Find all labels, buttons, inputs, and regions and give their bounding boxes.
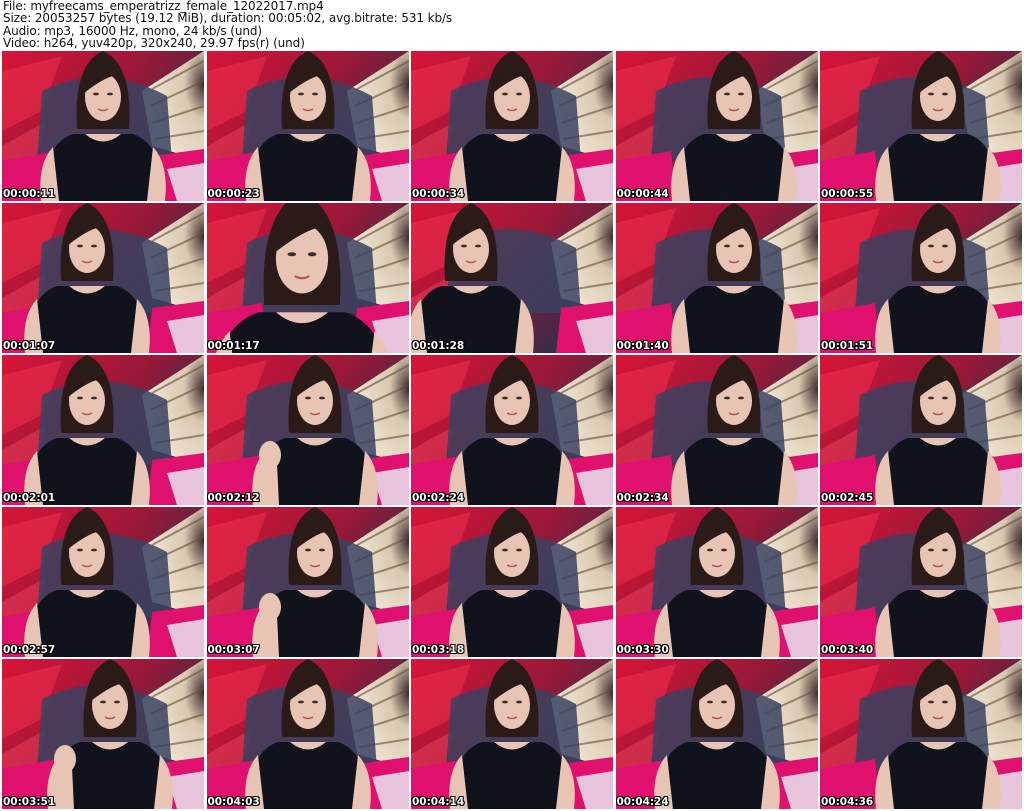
thumbnail-timestamp: 00:02:45 bbox=[821, 492, 874, 504]
video-thumbnail: 00:02:57 bbox=[2, 507, 204, 657]
thumbnail-timestamp: 00:04:36 bbox=[821, 796, 874, 808]
thumbnail-timestamp: 00:03:07 bbox=[207, 644, 260, 656]
thumbnail-timestamp: 00:03:18 bbox=[412, 644, 465, 656]
video-frame-image bbox=[2, 507, 204, 657]
video-frame-image bbox=[411, 507, 613, 657]
video-frame-image bbox=[615, 203, 818, 353]
video-thumbnail: 00:04:14 bbox=[411, 659, 613, 809]
thumbnail-timestamp: 00:02:01 bbox=[3, 492, 56, 504]
video-thumbnail: 00:03:40 bbox=[820, 507, 1022, 657]
video-thumbnail: 00:03:51 bbox=[2, 659, 204, 809]
video-frame-image bbox=[615, 659, 818, 809]
video-thumbnail: 00:00:44 bbox=[615, 51, 818, 201]
thumbnail-timestamp: 00:01:51 bbox=[821, 340, 874, 352]
thumbnail-timestamp: 00:01:40 bbox=[616, 340, 669, 352]
video-frame-image bbox=[206, 203, 409, 353]
video-frame-image bbox=[615, 355, 818, 505]
video-frame-image bbox=[206, 659, 409, 809]
file-info-header: File: myfreecams_emperatrizz_female_1202… bbox=[3, 0, 1021, 50]
thumbnail-timestamp: 00:02:57 bbox=[3, 644, 56, 656]
thumbnail-timestamp: 00:02:34 bbox=[616, 492, 669, 504]
video-frame-image bbox=[820, 355, 1022, 505]
video-thumbnail: 00:00:11 bbox=[2, 51, 204, 201]
thumbnail-timestamp: 00:00:11 bbox=[3, 188, 56, 200]
video-thumbnail: 00:01:28 bbox=[411, 203, 613, 353]
thumbnail-timestamp: 00:04:03 bbox=[207, 796, 260, 808]
video-thumbnail: 00:00:23 bbox=[206, 51, 409, 201]
video-frame-image bbox=[411, 355, 613, 505]
video-frame-image bbox=[2, 51, 204, 201]
video-thumbnail: 00:00:34 bbox=[411, 51, 613, 201]
video-frame-image bbox=[206, 51, 409, 201]
thumbnail-timestamp: 00:01:17 bbox=[207, 340, 260, 352]
video-thumbnail: 00:02:12 bbox=[206, 355, 409, 505]
thumbnail-timestamp: 00:03:51 bbox=[3, 796, 56, 808]
video-frame-image bbox=[820, 507, 1022, 657]
video-frame-image bbox=[2, 203, 204, 353]
video-thumbnail: 00:00:55 bbox=[820, 51, 1022, 201]
thumbnail-timestamp: 00:03:40 bbox=[821, 644, 874, 656]
video-thumbnail: 00:04:03 bbox=[206, 659, 409, 809]
video-frame-image bbox=[820, 203, 1022, 353]
thumbnail-timestamp: 00:04:14 bbox=[412, 796, 465, 808]
video-thumbnail: 00:04:36 bbox=[820, 659, 1022, 809]
file-size-line: Size: 20053257 bytes (19.12 MiB), durati… bbox=[3, 11, 453, 26]
video-thumbnail: 00:03:30 bbox=[615, 507, 818, 657]
video-thumbnail: 00:03:07 bbox=[206, 507, 409, 657]
video-thumbnail: 00:04:24 bbox=[615, 659, 818, 809]
video-frame-image bbox=[820, 659, 1022, 809]
video-thumbnail: 00:01:07 bbox=[2, 203, 204, 353]
video-frame-image bbox=[2, 355, 204, 505]
thumbnail-timestamp: 00:00:55 bbox=[821, 188, 874, 200]
video-thumbnail: 00:01:51 bbox=[820, 203, 1022, 353]
video-thumbnail: 00:03:18 bbox=[411, 507, 613, 657]
video-frame-image bbox=[615, 51, 818, 201]
video-thumbnail: 00:02:45 bbox=[820, 355, 1022, 505]
video-frame-image bbox=[411, 659, 613, 809]
video-thumbnail: 00:01:40 bbox=[615, 203, 818, 353]
video-frame-image bbox=[2, 659, 204, 809]
video-frame-image bbox=[615, 507, 818, 657]
thumbnail-timestamp: 00:00:44 bbox=[616, 188, 669, 200]
thumbnail-timestamp: 00:00:34 bbox=[412, 188, 465, 200]
thumbnail-timestamp: 00:01:28 bbox=[412, 340, 465, 352]
video-thumbnail: 00:02:34 bbox=[615, 355, 818, 505]
thumbnail-timestamp: 00:00:23 bbox=[207, 188, 260, 200]
video-thumbnail: 00:02:24 bbox=[411, 355, 613, 505]
video-frame-image bbox=[820, 51, 1022, 201]
video-info-line: Video: h264, yuv420p, 320x240, 29.97 fps… bbox=[3, 36, 305, 51]
video-thumbnail: 00:02:01 bbox=[2, 355, 204, 505]
video-thumbnail: 00:01:17 bbox=[206, 203, 409, 353]
video-frame-image bbox=[411, 51, 613, 201]
thumbnail-timestamp: 00:03:30 bbox=[616, 644, 669, 656]
thumbnail-timestamp: 00:01:07 bbox=[3, 340, 56, 352]
video-frame-image bbox=[206, 355, 409, 505]
thumbnail-timestamp: 00:02:24 bbox=[412, 492, 465, 504]
thumbnail-timestamp: 00:04:24 bbox=[616, 796, 669, 808]
thumbnail-grid: 00:00:11 00:00:23 00:00:34 00:00:44 00:00:55… bbox=[2, 51, 1022, 809]
thumbnail-timestamp: 00:02:12 bbox=[207, 492, 260, 504]
video-frame-image bbox=[206, 507, 409, 657]
video-frame-image bbox=[411, 203, 613, 353]
